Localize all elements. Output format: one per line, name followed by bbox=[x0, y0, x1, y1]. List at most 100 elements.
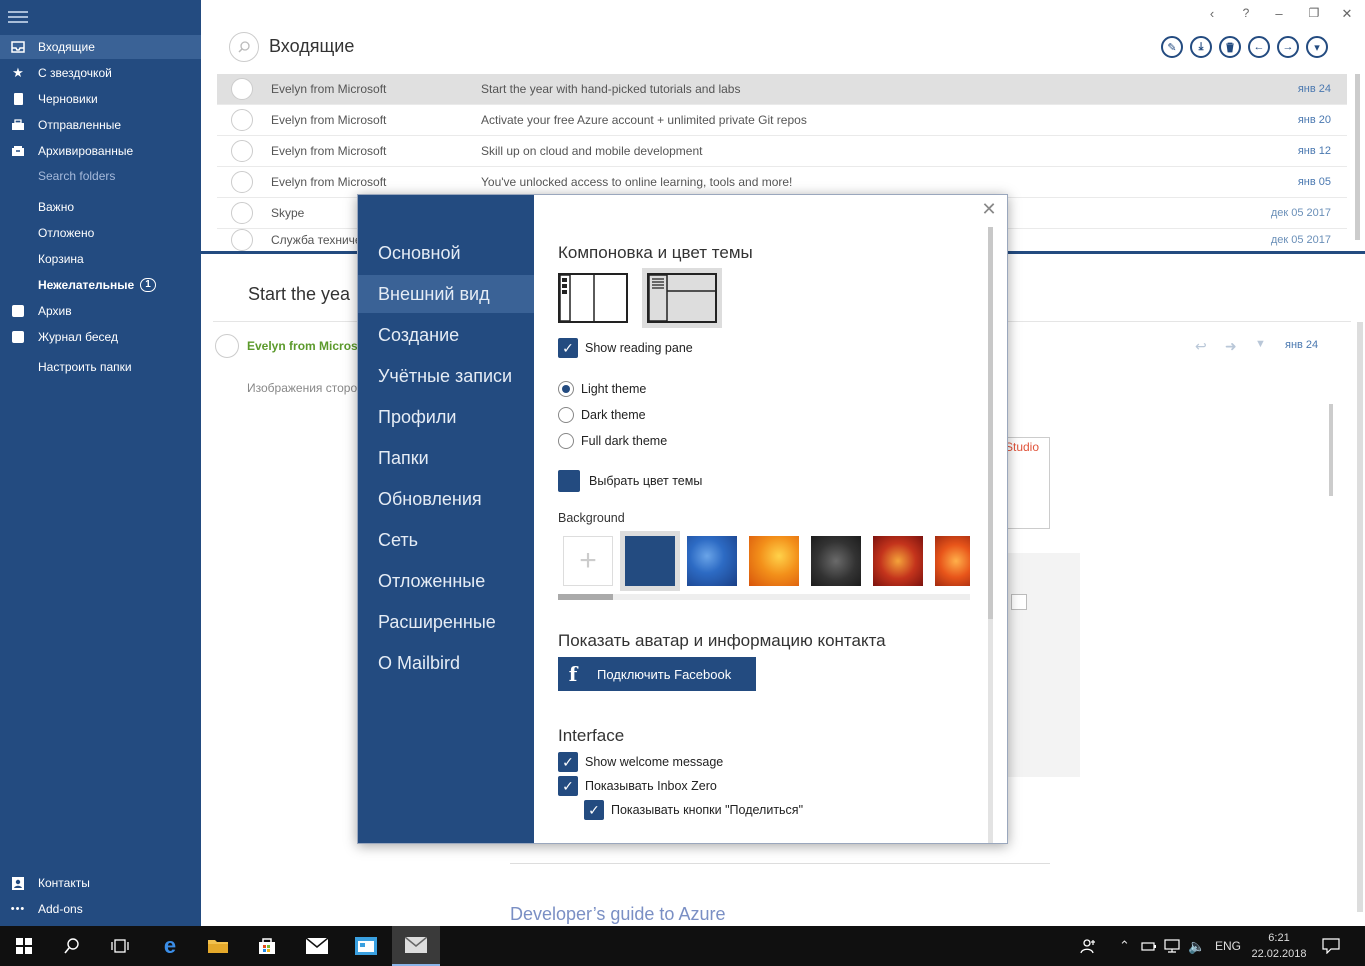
settings-tab-folders[interactable]: Папки bbox=[358, 439, 534, 477]
show-welcome-message-checkbox[interactable]: ✓ Show welcome message bbox=[558, 752, 723, 772]
settings-tab-advanced[interactable]: Расширенные bbox=[358, 603, 534, 641]
volume-icon[interactable]: 🔈 bbox=[1188, 926, 1205, 966]
radio-selected-icon bbox=[558, 381, 574, 397]
sidebar-item-starred[interactable]: ★ С звездочкой bbox=[0, 61, 201, 85]
notifications-icon[interactable] bbox=[1322, 926, 1340, 966]
background-dark-tree[interactable] bbox=[811, 536, 861, 586]
reply-button[interactable]: ← bbox=[1248, 36, 1270, 58]
settings-tab-network[interactable]: Сеть bbox=[358, 521, 534, 559]
sidebar-item-chat-log[interactable]: Журнал бесед bbox=[0, 325, 201, 349]
dark-theme-radio[interactable]: Dark theme bbox=[558, 407, 646, 423]
settings-tab-compose[interactable]: Создание bbox=[358, 316, 534, 354]
minimize-icon[interactable]: – bbox=[1269, 6, 1289, 21]
download-button[interactable]: ⤓ bbox=[1190, 36, 1212, 58]
settings-tab-snoozed[interactable]: Отложенные bbox=[358, 562, 534, 600]
checkbox-label: Показывать кнопки "Поделиться" bbox=[611, 803, 804, 817]
mail-list-row[interactable]: Evelyn from Microsoft Skill up on cloud … bbox=[217, 136, 1347, 167]
clock[interactable]: 6:21 22.02.2018 bbox=[1251, 926, 1306, 966]
mail-list-row[interactable]: Evelyn from Microsoft Activate your free… bbox=[217, 105, 1347, 136]
people-icon[interactable] bbox=[1080, 926, 1098, 966]
background-blue-dragon[interactable] bbox=[687, 536, 737, 586]
full-dark-theme-radio[interactable]: Full dark theme bbox=[558, 433, 667, 449]
mail-subject: Skill up on cloud and mobile development bbox=[481, 144, 703, 158]
file-explorer-icon[interactable] bbox=[194, 926, 242, 966]
mail-from: Evelyn from Microsoft bbox=[271, 113, 387, 127]
background-solid-blue[interactable] bbox=[625, 536, 675, 586]
settings-tab-profiles[interactable]: Профили bbox=[358, 398, 534, 436]
layout-horizontal-option[interactable] bbox=[647, 273, 717, 323]
start-button[interactable] bbox=[0, 926, 48, 966]
mail-list-scrollbar[interactable] bbox=[1355, 74, 1360, 240]
unread-count-badge: 1 bbox=[140, 278, 156, 292]
settings-scrollbar-thumb[interactable] bbox=[988, 227, 993, 619]
message-content-box bbox=[1007, 553, 1080, 777]
forward-icon[interactable]: ➜ bbox=[1225, 338, 1237, 355]
store-icon[interactable] bbox=[243, 926, 291, 966]
radio-label: Dark theme bbox=[581, 408, 646, 422]
sidebar-item-archive[interactable]: Архив bbox=[0, 299, 201, 323]
delete-button[interactable] bbox=[1219, 36, 1241, 58]
settings-tab-updates[interactable]: Обновления bbox=[358, 480, 534, 518]
sidebar-item-snoozed[interactable]: Отложено bbox=[0, 221, 201, 245]
app-window-icon[interactable] bbox=[342, 926, 390, 966]
settings-tab-appearance[interactable]: Внешний вид bbox=[358, 275, 534, 313]
restore-icon[interactable]: ❐ bbox=[1304, 6, 1324, 20]
sidebar-item-inbox[interactable]: Входящие bbox=[0, 35, 201, 59]
sidebar-item-sent[interactable]: Отправленные bbox=[0, 113, 201, 137]
choose-theme-color-button[interactable]: Выбрать цвет темы bbox=[558, 470, 702, 492]
reading-pane-scrollbar[interactable] bbox=[1357, 322, 1363, 912]
help-icon[interactable]: ? bbox=[1236, 6, 1256, 20]
add-background-button[interactable]: + bbox=[563, 536, 613, 586]
settings-scrollbar-track[interactable] bbox=[988, 619, 993, 843]
compose-button[interactable]: ✎ bbox=[1161, 36, 1183, 58]
hamburger-menu-icon[interactable] bbox=[8, 11, 28, 23]
sidebar-item-junk[interactable]: Нежелательные 1 bbox=[0, 273, 201, 297]
background-orange-pattern[interactable] bbox=[935, 536, 970, 586]
show-inbox-zero-checkbox[interactable]: ✓ Показывать Inbox Zero bbox=[558, 776, 717, 796]
sidebar-item-important[interactable]: Важно bbox=[0, 195, 201, 219]
sidebar-item-addons[interactable]: ••• Add-ons bbox=[0, 897, 201, 921]
edge-icon[interactable]: e bbox=[146, 926, 194, 966]
configure-folders-link[interactable]: Настроить папки bbox=[0, 355, 201, 379]
mail-list-row[interactable]: Evelyn from Microsoft Start the year wit… bbox=[217, 74, 1347, 105]
search-folders-input[interactable]: Search folders bbox=[0, 164, 201, 188]
show-share-buttons-checkbox[interactable]: ✓ Показывать кнопки "Поделиться" bbox=[584, 800, 803, 820]
chevron-up-icon[interactable]: ⌃ bbox=[1119, 926, 1130, 966]
network-icon[interactable] bbox=[1164, 926, 1180, 966]
background-scrollbar-thumb[interactable] bbox=[558, 594, 613, 600]
background-scrollbar[interactable] bbox=[558, 594, 970, 600]
light-theme-radio[interactable]: Light theme bbox=[558, 381, 646, 397]
mail-date: янв 20 bbox=[1297, 114, 1331, 126]
settings-tab-general[interactable]: Основной bbox=[358, 234, 534, 272]
reply-icon[interactable]: ↩ bbox=[1195, 338, 1207, 355]
task-view-button[interactable] bbox=[96, 926, 144, 966]
mailbird-taskbar-icon[interactable] bbox=[392, 926, 440, 966]
language-indicator[interactable]: ENG bbox=[1215, 926, 1241, 966]
taskbar-search-button[interactable] bbox=[48, 926, 96, 966]
battery-icon[interactable] bbox=[1141, 926, 1157, 966]
chevron-down-icon[interactable]: ▼ bbox=[1255, 338, 1266, 350]
more-actions-button[interactable]: ▾ bbox=[1306, 36, 1328, 58]
connect-facebook-button[interactable]: f Подключить Facebook bbox=[558, 657, 756, 691]
close-icon[interactable]: ✕ bbox=[1337, 6, 1357, 22]
message-sender[interactable]: Evelyn from Microso bbox=[247, 339, 365, 353]
background-orange-sun[interactable] bbox=[749, 536, 799, 586]
choose-color-label: Выбрать цвет темы bbox=[589, 474, 703, 488]
show-reading-pane-checkbox[interactable]: ✓ Show reading pane bbox=[558, 338, 693, 358]
message-scrollbar[interactable] bbox=[1329, 404, 1333, 496]
mail-app-icon[interactable] bbox=[293, 926, 341, 966]
close-icon[interactable]: ✕ bbox=[979, 199, 999, 220]
images-blocked-notice: Изображения сторо bbox=[247, 381, 358, 395]
sidebar-item-drafts[interactable]: Черновики bbox=[0, 87, 201, 111]
background-red-lion[interactable] bbox=[873, 536, 923, 586]
layout-three-column-option[interactable] bbox=[558, 273, 628, 323]
mail-date: янв 05 bbox=[1297, 176, 1331, 188]
forward-button[interactable]: → bbox=[1277, 36, 1299, 58]
sidebar-item-trash[interactable]: Корзина bbox=[0, 247, 201, 271]
sidebar-item-contacts[interactable]: Контакты bbox=[0, 871, 201, 895]
sidebar-item-archived[interactable]: Архивированные bbox=[0, 139, 201, 163]
back-icon[interactable]: ‹ bbox=[1202, 6, 1222, 21]
settings-tab-accounts[interactable]: Учётные записи bbox=[358, 357, 534, 395]
settings-tab-about[interactable]: О Mailbird bbox=[358, 644, 534, 682]
search-button[interactable] bbox=[229, 32, 259, 62]
